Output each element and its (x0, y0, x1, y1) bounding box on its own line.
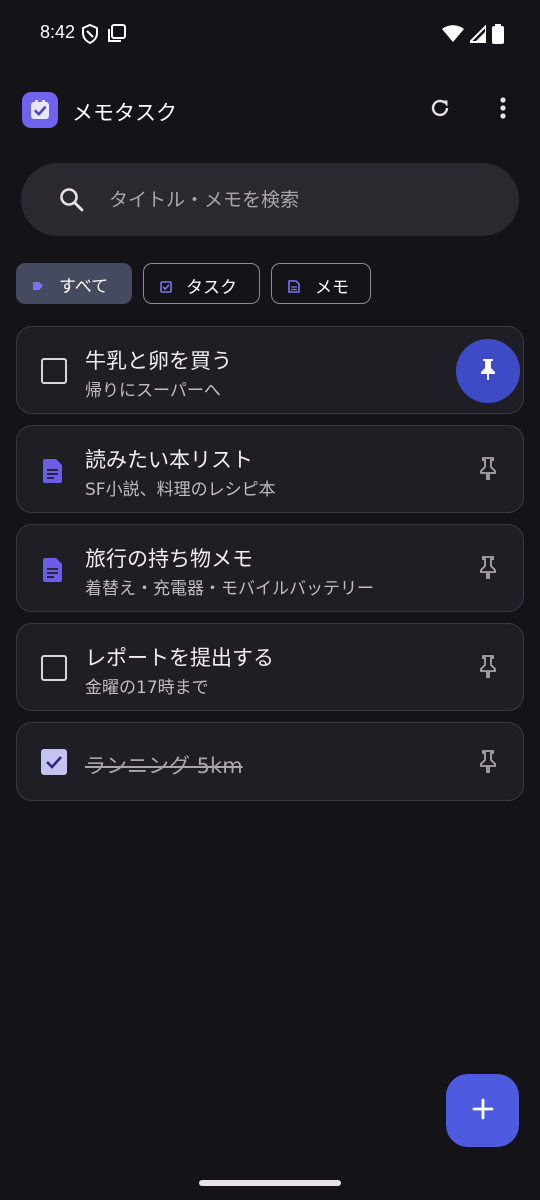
filter-chip-label: すべて (59, 277, 109, 297)
item-title: 旅行の持ち物メモ (85, 547, 253, 571)
item-title: レポートを提出する (85, 646, 274, 670)
pin-button-active[interactable] (456, 339, 520, 403)
list-item[interactable]: ランニング 5km (16, 722, 524, 801)
battery-icon (492, 24, 504, 48)
pin-button[interactable] (476, 456, 500, 484)
memo-icon (41, 457, 69, 485)
task-checkbox[interactable] (41, 358, 67, 384)
add-item-button[interactable] (446, 1074, 519, 1147)
more-options-button[interactable] (487, 94, 519, 126)
task-checkbox[interactable] (41, 655, 67, 681)
status-bar: 8:42 (0, 0, 540, 68)
memo-icon (288, 278, 300, 298)
item-title: 読みたい本リスト (85, 448, 253, 472)
screenshot-icon (108, 24, 126, 48)
app-logo-icon (22, 92, 58, 128)
pin-button[interactable] (476, 654, 500, 682)
plus-icon (471, 1097, 495, 1125)
filter-chip-label: メモ (315, 278, 349, 298)
list-item[interactable]: 牛乳と卵を買う 帰りにスーパーへ (16, 326, 524, 414)
list-item[interactable]: 旅行の持ち物メモ 着替え・充電器・モバイルバッテリー (16, 524, 524, 612)
pin-icon (478, 357, 498, 385)
item-subtitle: 金曜の17時まで (85, 678, 209, 698)
search-icon (59, 187, 85, 217)
memo-icon (41, 556, 69, 584)
task-checkbox-checked[interactable] (41, 749, 67, 775)
pin-outline-icon (478, 654, 498, 682)
shield-icon (82, 23, 98, 48)
refresh-button[interactable] (424, 94, 456, 126)
filter-chip-task[interactable]: タスク (143, 263, 260, 304)
pin-button[interactable] (476, 749, 500, 777)
filter-chip-all[interactable]: すべて (16, 263, 132, 304)
pin-outline-icon (478, 456, 498, 484)
signal-icon (467, 23, 487, 47)
more-vert-icon (499, 96, 507, 124)
pin-outline-icon (478, 555, 498, 583)
refresh-icon (428, 96, 452, 124)
wifi-icon (442, 25, 464, 47)
task-icon (160, 278, 172, 298)
all-icon (32, 277, 44, 297)
search-input[interactable] (109, 181, 489, 219)
app-title: メモタスク (72, 101, 177, 125)
search-bar[interactable] (21, 163, 519, 236)
item-subtitle: SF小説、料理のレシピ本 (85, 480, 276, 500)
app-bar: メモタスク (0, 86, 540, 134)
item-title: ランニング 5km (85, 754, 243, 778)
home-indicator[interactable] (199, 1180, 341, 1186)
filter-chip-memo[interactable]: メモ (271, 263, 371, 304)
item-subtitle: 着替え・充電器・モバイルバッテリー (85, 579, 374, 599)
list-item[interactable]: レポートを提出する 金曜の17時まで (16, 623, 524, 711)
pin-outline-icon (478, 749, 498, 777)
status-time: 8:42 (40, 22, 76, 42)
pin-button[interactable] (476, 555, 500, 583)
list-item[interactable]: 読みたい本リスト SF小説、料理のレシピ本 (16, 425, 524, 513)
item-title: 牛乳と卵を買う (85, 349, 232, 373)
item-subtitle: 帰りにスーパーへ (85, 381, 221, 401)
filter-chip-label: タスク (186, 278, 237, 298)
